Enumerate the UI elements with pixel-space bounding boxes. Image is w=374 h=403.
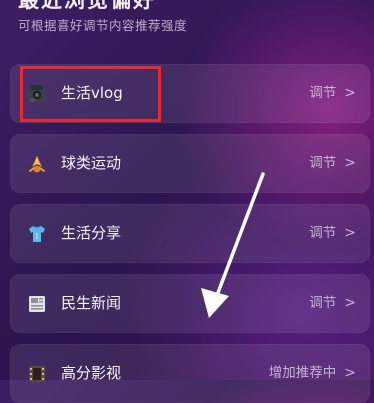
pointer-arrow xyxy=(201,172,265,318)
